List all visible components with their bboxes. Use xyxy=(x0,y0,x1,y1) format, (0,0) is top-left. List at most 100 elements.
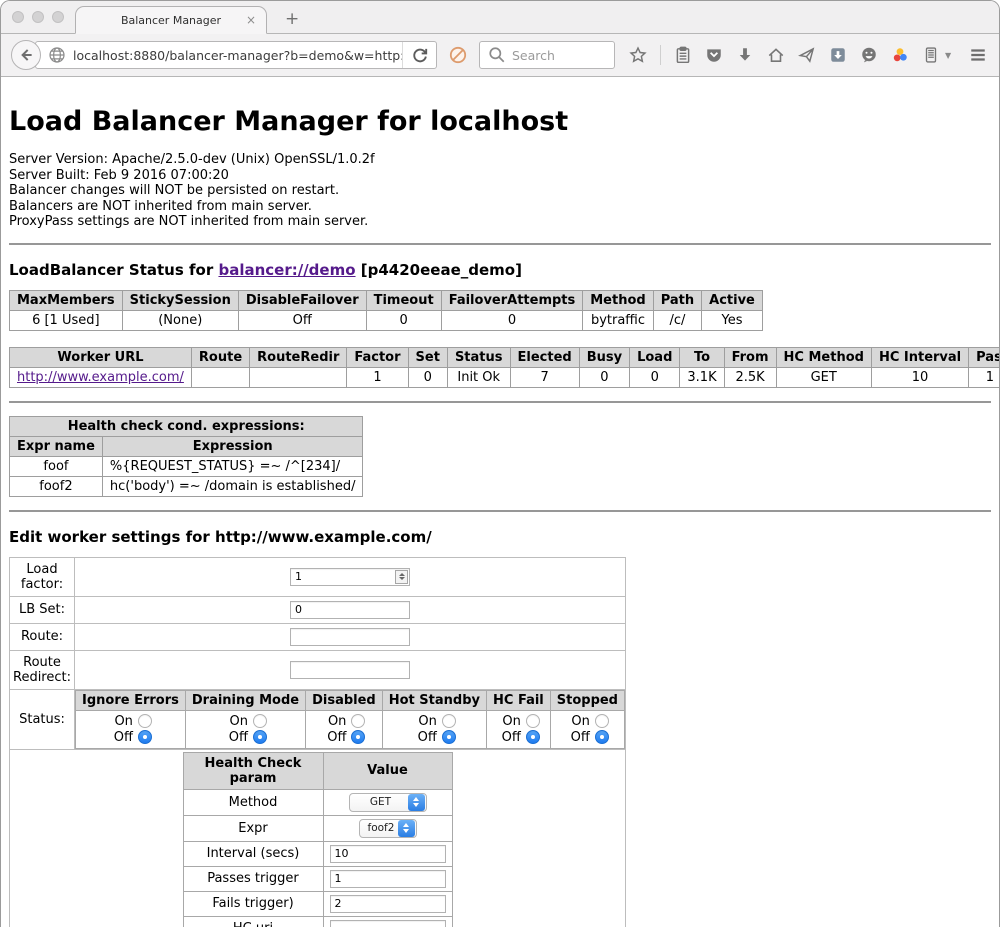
download-icon[interactable] xyxy=(736,46,754,64)
expr-select[interactable]: foof2 xyxy=(359,819,417,838)
disabled-off-radio[interactable] xyxy=(351,730,365,744)
stopped-on-radio[interactable] xyxy=(595,714,609,728)
ignore-errors-on-radio[interactable] xyxy=(138,714,152,728)
hot-standby-on-radio[interactable] xyxy=(442,714,456,728)
hc-uri-input[interactable] xyxy=(330,920,446,927)
worker-url-link[interactable]: http://www.example.com/ xyxy=(17,370,184,385)
worker-data-row: http://www.example.com/ 1 0 Init Ok 7 0 … xyxy=(10,367,1000,387)
hc-fails-row: Fails trigger) xyxy=(183,891,452,916)
clipboard-icon[interactable] xyxy=(674,46,692,64)
disabled-on-radio[interactable] xyxy=(351,714,365,728)
url-bar[interactable]: localhost:8880/balancer-manager?b=demo&w… xyxy=(35,41,437,69)
extension-dots-icon[interactable] xyxy=(891,46,909,64)
cell-load: 0 xyxy=(630,367,680,387)
close-window-icon[interactable] xyxy=(12,11,24,23)
cell-hc-interval: 10 xyxy=(871,367,968,387)
device-panel-icon[interactable] xyxy=(922,46,940,64)
off-label: Off xyxy=(109,730,133,745)
ignore-errors-off-radio[interactable] xyxy=(138,730,152,744)
tab-close-icon[interactable]: × xyxy=(246,14,256,26)
reload-button[interactable] xyxy=(402,42,436,68)
col-stickysession: StickySession xyxy=(122,290,238,310)
draining-mode-off-radio[interactable] xyxy=(253,730,267,744)
zoom-window-icon[interactable] xyxy=(52,11,64,23)
col-busy: Busy xyxy=(579,347,629,367)
bookmark-star-icon[interactable] xyxy=(629,46,647,64)
balancer-header-row: MaxMembers StickySession DisableFailover… xyxy=(10,290,763,310)
back-button[interactable] xyxy=(11,40,41,70)
cell-route xyxy=(191,367,249,387)
draining-mode-on-radio[interactable] xyxy=(253,714,267,728)
expr-select-value: foof2 xyxy=(360,822,399,834)
hc-fail-on-radio[interactable] xyxy=(526,714,540,728)
route-redirect-input[interactable] xyxy=(290,661,410,679)
hc-uri-row: HC uri xyxy=(183,916,452,927)
cell-maxmembers: 6 [1 Used] xyxy=(10,310,123,330)
feedback-smiley-icon[interactable] xyxy=(860,46,878,64)
col-load: Load xyxy=(630,347,680,367)
route-label: Route: xyxy=(10,623,75,650)
hc-fail-off-radio[interactable] xyxy=(526,730,540,744)
stopped-off-radio[interactable] xyxy=(595,730,609,744)
stopped-options: On Off xyxy=(550,710,624,748)
load-factor-row: Load factor: xyxy=(10,557,626,596)
browser-window: Balancer Manager × + localhost:8880/bala… xyxy=(0,0,1000,927)
content-blocked-button[interactable] xyxy=(445,43,470,68)
server-info: Server Version: Apache/2.5.0-dev (Unix) … xyxy=(9,152,991,230)
pocket-icon[interactable] xyxy=(705,46,723,64)
search-input[interactable] xyxy=(512,48,607,63)
minimize-window-icon[interactable] xyxy=(32,11,44,23)
draining-mode-options: On Off xyxy=(185,710,305,748)
passes-input[interactable] xyxy=(330,870,446,888)
number-spinner-icon[interactable] xyxy=(395,570,408,584)
col-method: Method xyxy=(583,290,653,310)
hc-header-row: Health Check param Value xyxy=(183,752,452,789)
ignore-errors-options: On Off xyxy=(76,710,186,748)
method-select[interactable]: GET xyxy=(349,793,427,812)
status-header-row: Ignore Errors Draining Mode Disabled Hot… xyxy=(76,690,625,710)
hot-standby-off-radio[interactable] xyxy=(442,730,456,744)
cell-failoverattempts: 0 xyxy=(441,310,583,330)
search-bar[interactable] xyxy=(479,41,615,69)
dropdown-caret-icon[interactable]: ▼ xyxy=(945,51,951,60)
tab-balancer-manager[interactable]: Balancer Manager × xyxy=(75,6,267,34)
col-hc-interval: HC Interval xyxy=(871,347,968,367)
fails-input[interactable] xyxy=(330,895,446,913)
lb-set-input[interactable] xyxy=(290,601,410,619)
cell-expression: hc('body') =~ /domain is established/ xyxy=(102,476,363,496)
cell-routeredir xyxy=(250,367,347,387)
status-radio-row: On Off On Off On Off xyxy=(76,710,625,748)
new-tab-button[interactable]: + xyxy=(285,9,299,29)
send-icon[interactable] xyxy=(798,46,816,64)
status-label: Status: xyxy=(10,689,75,749)
divider xyxy=(9,243,991,245)
load-factor-input[interactable] xyxy=(290,568,410,586)
search-icon xyxy=(488,46,506,64)
save-page-icon[interactable] xyxy=(829,46,847,64)
col-failoverattempts: FailoverAttempts xyxy=(441,290,583,310)
route-input[interactable] xyxy=(290,628,410,646)
col-stopped: Stopped xyxy=(550,690,624,710)
col-worker-url: Worker URL xyxy=(10,347,192,367)
cell-expression: %{REQUEST_STATUS} =~ /^[234]/ xyxy=(102,456,363,476)
url-text[interactable]: localhost:8880/balancer-manager?b=demo&w… xyxy=(73,48,402,63)
col-routeredir: RouteRedir xyxy=(250,347,347,367)
interval-input[interactable] xyxy=(330,845,446,863)
menu-icon[interactable] xyxy=(969,46,987,64)
on-label: On xyxy=(109,714,133,729)
status-heading-suffix: [p4420eeae_demo] xyxy=(356,261,522,279)
select-stepper-icon xyxy=(398,820,414,837)
balancer-data-row: 6 [1 Used] (None) Off 0 0 bytraffic /c/ … xyxy=(10,310,763,330)
cell-active: Yes xyxy=(702,310,763,330)
window-controls[interactable] xyxy=(12,11,64,23)
home-icon[interactable] xyxy=(767,46,785,64)
hc-uri-label: HC uri xyxy=(183,916,323,927)
hc-expr-row: Expr foof2 xyxy=(183,815,452,841)
worker-header-row: Worker URL Route RouteRedir Factor Set S… xyxy=(10,347,1000,367)
server-version-line: Server Version: Apache/2.5.0-dev (Unix) … xyxy=(9,152,991,168)
cell-hc-method: GET xyxy=(776,367,871,387)
balancer-demo-link[interactable]: balancer://demo xyxy=(218,261,355,279)
cell-disablefailover: Off xyxy=(238,310,366,330)
col-set: Set xyxy=(408,347,447,367)
col-from: From xyxy=(724,347,776,367)
